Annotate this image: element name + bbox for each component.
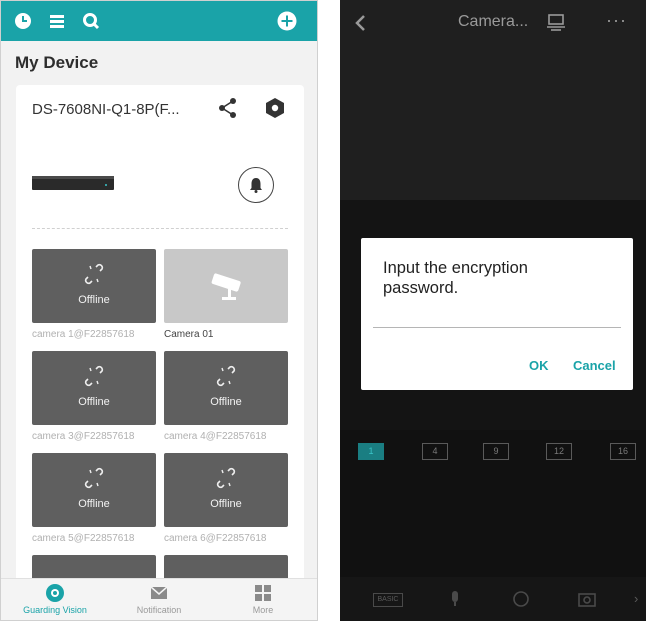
broken-link-icon <box>84 365 104 387</box>
clock-menu-icon[interactable] <box>13 11 33 31</box>
page-title: Camera... <box>458 13 529 30</box>
broken-link-icon <box>84 467 104 489</box>
tab-label: More <box>252 605 274 615</box>
alarm-bell-icon <box>250 178 262 193</box>
split-4-button[interactable]: 4 <box>422 443 448 460</box>
camera-caption: Camera 01 <box>164 329 214 340</box>
cancel-button[interactable]: Cancel <box>573 358 616 373</box>
next-icon[interactable]: › <box>634 591 638 606</box>
camera-caption: camera 4@F22857618 <box>164 431 267 442</box>
top-bar <box>1 1 317 41</box>
microphone-icon[interactable] <box>446 590 464 608</box>
split-9-button[interactable]: 9 <box>483 443 509 460</box>
search-icon[interactable] <box>81 11 101 31</box>
dialog-message: Input the encryption password. <box>383 259 528 297</box>
bottom-toolbar: BASIC › <box>340 577 646 621</box>
camera-tile[interactable]: Offline <box>164 453 288 527</box>
add-icon[interactable] <box>277 11 297 31</box>
device-name[interactable]: DS-7608NI-Q1-8P(F... <box>32 101 180 118</box>
split-12-button[interactable]: 12 <box>546 443 572 460</box>
grid-icon <box>255 585 271 601</box>
broken-link-icon <box>84 263 104 285</box>
tab-label: Guarding Vision <box>23 605 87 615</box>
back-icon[interactable] <box>354 14 366 32</box>
camera-tile[interactable]: Offline <box>164 351 288 425</box>
encryption-password-dialog: Input the encryption password. OK Cancel <box>361 238 633 390</box>
bottom-tab-bar: Guarding Vision Notification More <box>1 578 317 620</box>
camera-status: Offline <box>78 294 110 306</box>
camera-tile[interactable]: Offline <box>32 351 156 425</box>
mail-icon <box>150 586 168 599</box>
device-list-screen: My Device DS-7608NI-Q1-8P(F... Offline c… <box>0 0 318 621</box>
page-title: My Device <box>15 53 99 72</box>
camera-tile[interactable]: Offline <box>32 249 156 323</box>
camera-tile[interactable]: Offline <box>32 453 156 527</box>
camera-caption: camera 3@F22857618 <box>32 431 135 442</box>
divider <box>32 228 288 229</box>
camera-status: Offline <box>210 396 242 408</box>
camera-status: Offline <box>78 498 110 510</box>
broken-link-icon <box>216 467 236 489</box>
live-view-screen: Camera... ··· Input the encryption passw… <box>340 0 646 621</box>
layout-icon[interactable] <box>546 12 566 32</box>
split-1-button[interactable]: 1 <box>358 443 384 460</box>
quality-basic-button[interactable]: BASIC <box>373 593 403 607</box>
ok-button[interactable]: OK <box>529 358 549 373</box>
camera-caption: camera 1@F22857618 <box>32 329 135 340</box>
tab-guarding-vision[interactable]: Guarding Vision <box>5 583 105 615</box>
more-icon[interactable]: ··· <box>606 10 627 31</box>
camera-caption: camera 6@F22857618 <box>164 533 267 544</box>
snapshot-icon[interactable] <box>578 590 596 608</box>
tab-more[interactable]: More <box>213 583 313 615</box>
tab-notification[interactable]: Notification <box>109 583 209 615</box>
camera-placeholder-icon <box>211 273 241 300</box>
ptz-icon[interactable] <box>512 590 530 608</box>
camera-tile[interactable] <box>164 249 288 323</box>
camera-status: Offline <box>78 396 110 408</box>
tab-label: Notification <box>136 605 182 615</box>
camera-status: Offline <box>210 498 242 510</box>
alarm-bell-button[interactable] <box>238 167 274 203</box>
guarding-vision-icon <box>46 584 64 602</box>
split-16-button[interactable]: 16 <box>610 443 636 460</box>
password-field[interactable] <box>373 324 621 328</box>
share-icon[interactable] <box>218 97 238 119</box>
camera-caption: camera 5@F22857618 <box>32 533 135 544</box>
broken-link-icon <box>216 365 236 387</box>
device-card: DS-7608NI-Q1-8P(F... Offline camera 1@F2… <box>16 85 304 585</box>
settings-hexagon-icon[interactable] <box>264 97 286 119</box>
list-icon[interactable] <box>47 11 67 31</box>
nvr-device-image <box>32 176 114 190</box>
